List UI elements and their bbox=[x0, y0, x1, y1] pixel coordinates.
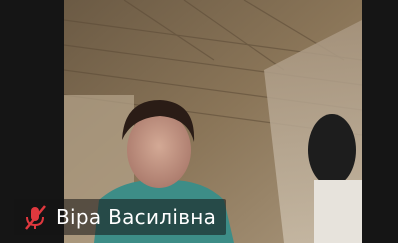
participant-name-plate: Віра Василівна bbox=[14, 199, 227, 235]
mic-muted-icon bbox=[20, 202, 50, 232]
participant-video-tile[interactable]: Віра Василівна bbox=[0, 0, 398, 243]
participant-name: Віра Василівна bbox=[56, 205, 217, 229]
